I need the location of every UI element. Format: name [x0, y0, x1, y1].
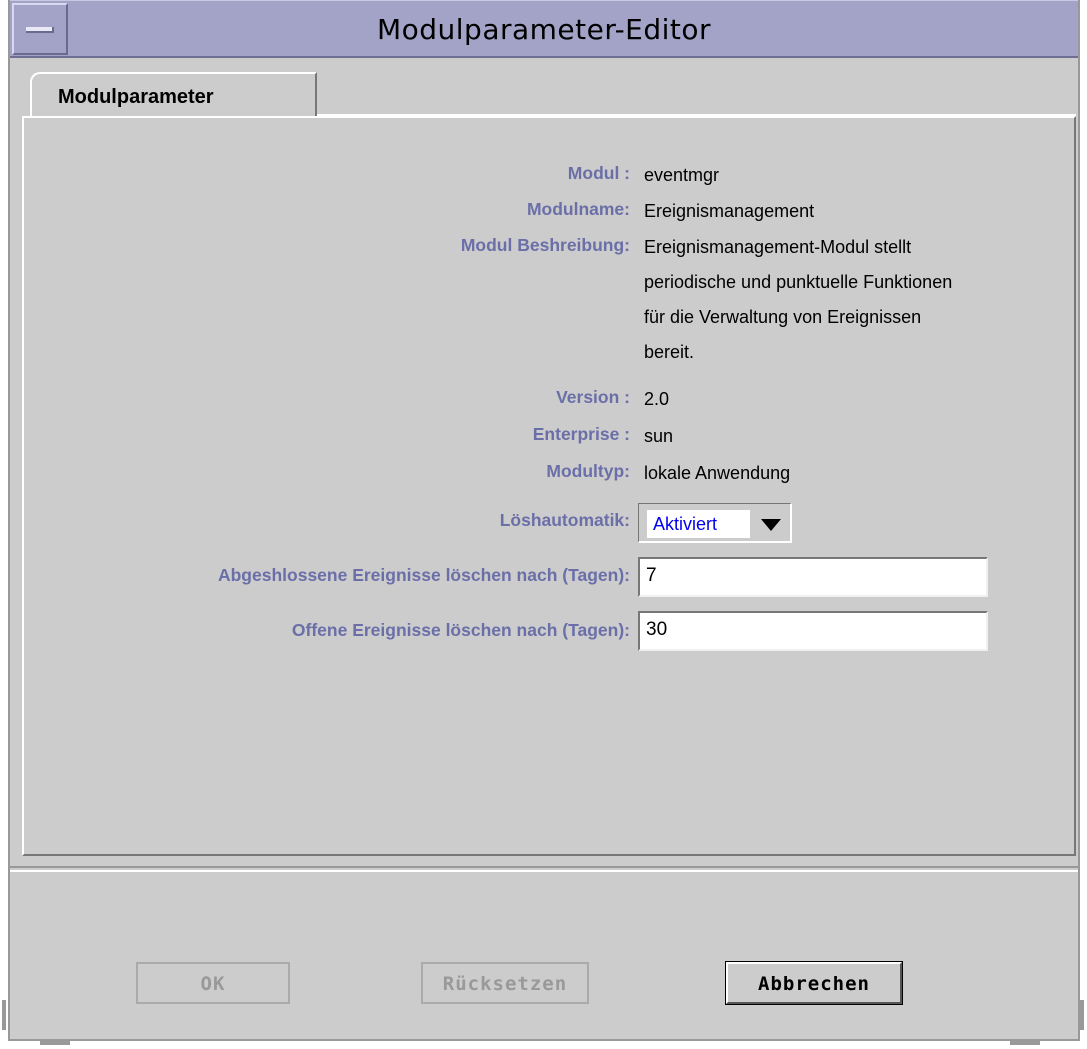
loeschautomatik-dropdown[interactable]: Aktiviert [638, 503, 792, 543]
title-bar[interactable]: Modulparameter-Editor [10, 0, 1078, 58]
modultyp-value: lokale Anwendung [644, 463, 791, 483]
version-label: Version : [556, 387, 630, 407]
modultyp-label: Modultyp: [546, 461, 630, 481]
chevron-down-icon[interactable] [761, 519, 781, 531]
resize-handle-right[interactable] [1080, 1000, 1084, 1030]
modul-label: Modul : [567, 163, 630, 183]
beschreibung-line-1: Ereignismanagement-Modul stellt [644, 237, 912, 257]
enterprise-value: sun [644, 426, 674, 446]
resize-handle-bottom-right[interactable] [1010, 1041, 1040, 1045]
row-modulname: Modulname: [10, 199, 630, 227]
resize-handle-left[interactable] [2, 1000, 6, 1030]
beschreibung-line-4: bereit. [644, 342, 695, 362]
row-modul: Modul : [10, 163, 630, 191]
button-separator [10, 866, 1078, 872]
enterprise-label: Enterprise : [532, 424, 630, 444]
row-modultyp: Modultyp: [10, 461, 630, 489]
dialog-window: Modulparameter-Editor Modulparameter Mod… [8, 0, 1080, 1041]
row-offen: Offene Ereignisse löschen nach (Tagen): [10, 620, 630, 648]
row-version: Version : [10, 387, 630, 415]
tab-label: Modulparameter [58, 86, 214, 108]
row-beschreibung: Modul Beshreibung: [10, 235, 630, 263]
loeschautomatik-selected-value: Aktiviert [647, 510, 750, 538]
cancel-button[interactable]: Abbrechen [725, 961, 903, 1005]
row-abgeschlossen: Abgeshlossene Ereignisse löschen nach (T… [10, 565, 630, 593]
window-title: Modulparameter-Editor [376, 13, 712, 46]
abgeschlossen-label: Abgeshlossene Ereignisse löschen nach (T… [217, 565, 630, 585]
tab-modulparameter[interactable]: Modulparameter [30, 72, 317, 118]
modul-value: eventmgr [644, 165, 720, 185]
beschreibung-label: Modul Beshreibung: [460, 235, 630, 255]
abgeschlossen-days-input[interactable]: 7 [638, 557, 988, 597]
modulname-label: Modulname: [526, 199, 630, 219]
beschreibung-line-3: für die Verwaltung von Ereignissen [644, 307, 922, 327]
reset-button[interactable]: Rücksetzen [421, 962, 589, 1004]
ok-button[interactable]: OK [136, 962, 290, 1004]
offen-label: Offene Ereignisse löschen nach (Tagen): [291, 620, 630, 640]
resize-handle-bottom-left[interactable] [40, 1041, 70, 1045]
row-enterprise: Enterprise : [10, 424, 630, 452]
beschreibung-line-2: periodische und punktuelle Funktionen [644, 272, 953, 292]
row-loeschautomatik: Löshautomatik: [10, 510, 630, 538]
version-value: 2.0 [644, 389, 670, 409]
modulname-value: Ereignismanagement [644, 201, 815, 221]
offen-days-input[interactable]: 30 [638, 611, 988, 651]
loeschautomatik-label: Löshautomatik: [499, 510, 630, 530]
